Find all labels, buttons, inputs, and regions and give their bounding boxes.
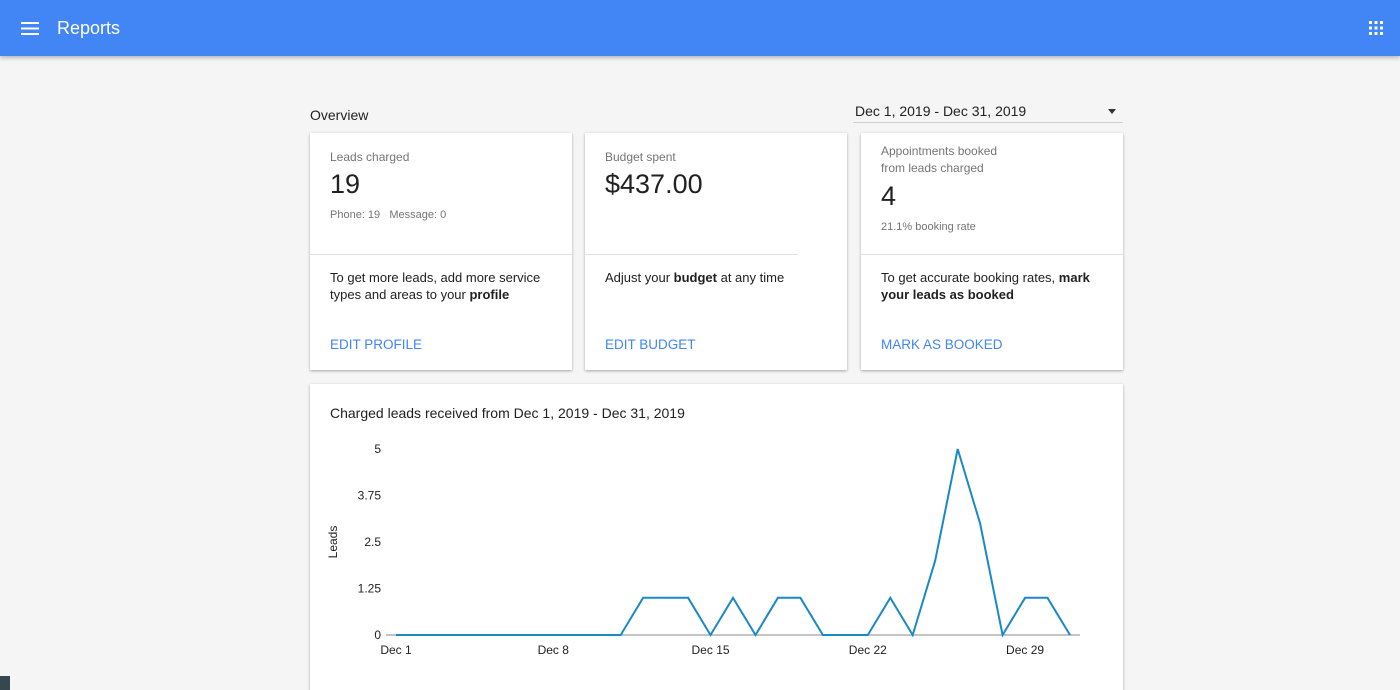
x-tick-label: Dec 29 <box>1006 643 1044 657</box>
data-point <box>1047 597 1049 599</box>
data-point <box>440 634 442 636</box>
app-bar: Reports <box>0 0 1400 56</box>
data-point <box>552 634 554 636</box>
y-tick-label: 3.75 <box>358 489 382 503</box>
data-point <box>687 597 689 599</box>
data-point <box>462 634 464 636</box>
overview-heading: Overview <box>310 107 369 123</box>
y-axis-label: Leads <box>326 526 340 559</box>
hamburger-menu-icon[interactable] <box>0 0 60 56</box>
data-point <box>710 634 712 636</box>
budget-spent-card: Budget spent $437.00 Adjust your budget … <box>585 133 847 370</box>
x-tick-label: Dec 1 <box>380 643 412 657</box>
data-point <box>642 597 644 599</box>
data-point <box>777 597 779 599</box>
appointments-booked-card: Appointments booked from leads charged 4… <box>861 133 1123 370</box>
data-point <box>417 634 419 636</box>
data-point <box>844 634 846 636</box>
data-point <box>507 634 509 636</box>
card-tip: To get more leads, add more service type… <box>330 269 555 303</box>
card-summary: Appointments booked from leads charged 4… <box>861 133 1123 255</box>
tip-text: To get accurate booking rates, <box>881 270 1059 285</box>
tip-text-end: at any time <box>716 270 785 285</box>
booking-rate: 21.1% booking rate <box>881 221 976 233</box>
data-point <box>620 634 622 636</box>
x-tick-label: Dec 8 <box>538 643 570 657</box>
leads-breakdown: Phone: 19 Message: 0 <box>330 209 447 221</box>
data-point <box>665 597 667 599</box>
data-point <box>799 597 801 599</box>
data-point <box>1024 597 1026 599</box>
tip-bold-text: profile <box>469 287 510 302</box>
tip-text: Adjust your <box>605 270 674 285</box>
x-tick-label: Dec 15 <box>692 643 730 657</box>
data-point <box>912 634 914 636</box>
y-tick-label: 1.25 <box>358 582 382 596</box>
data-point <box>597 634 599 636</box>
card-label: Budget spent <box>605 150 676 164</box>
app-title: Reports <box>57 17 121 38</box>
data-point <box>934 560 936 562</box>
data-point <box>732 597 734 599</box>
leads-charged-card: Leads charged 19 Phone: 19 Message: 0 To… <box>310 133 572 370</box>
data-point <box>754 634 756 636</box>
date-range-value: Dec 1, 2019 - Dec 31, 2019 <box>855 103 1027 119</box>
data-point <box>822 634 824 636</box>
data-point <box>395 634 397 636</box>
leads-line-chart: 5 3.75 2.5 1.25 0Dec 1 Dec 8 Dec 15 Dec 22 Dec 2… <box>326 442 1080 657</box>
leads-series-line <box>396 448 1071 638</box>
card-label: Appointments booked from leads charged <box>881 143 997 177</box>
y-tick-label: 5 <box>374 442 381 456</box>
data-point <box>1002 634 1004 636</box>
apps-grid-icon[interactable] <box>1362 14 1390 42</box>
card-tip: To get accurate booking rates, mark your… <box>881 269 1106 303</box>
mark-as-booked-button[interactable]: MARK AS BOOKED <box>881 337 1003 352</box>
data-point <box>889 597 891 599</box>
card-summary: Leads charged 19 Phone: 19 Message: 0 <box>310 133 572 255</box>
card-label: Leads charged <box>330 150 410 164</box>
leads-chart-card: Charged leads received from Dec 1, 2019 … <box>310 384 1123 690</box>
data-point <box>867 634 869 636</box>
data-point <box>575 634 577 636</box>
data-point <box>957 448 959 450</box>
date-range-select[interactable]: Dec 1, 2019 - Dec 31, 2019 <box>853 100 1123 123</box>
budget-spent-value: $437.00 <box>605 169 703 199</box>
card-tip: Adjust your budget at any time <box>605 269 830 286</box>
y-tick-label: 2.5 <box>364 535 381 549</box>
data-point <box>979 522 981 524</box>
edit-profile-button[interactable]: EDIT PROFILE <box>330 337 422 352</box>
corner-marker <box>0 676 10 690</box>
x-tick-label: Dec 22 <box>849 643 887 657</box>
edit-budget-button[interactable]: EDIT BUDGET <box>605 337 696 352</box>
appointments-booked-value: 4 <box>881 181 897 211</box>
tip-bold-text: budget <box>673 270 717 285</box>
leads-charged-value: 19 <box>330 169 361 199</box>
y-tick-label: 0 <box>374 628 381 642</box>
card-label-line1: Appointments booked <box>881 144 998 158</box>
dropdown-caret-icon <box>1108 109 1116 114</box>
data-point <box>530 634 532 636</box>
card-label-line2: from leads charged <box>881 161 984 175</box>
card-summary: Budget spent $437.00 <box>585 133 798 255</box>
data-point <box>1069 634 1071 636</box>
data-point <box>485 634 487 636</box>
